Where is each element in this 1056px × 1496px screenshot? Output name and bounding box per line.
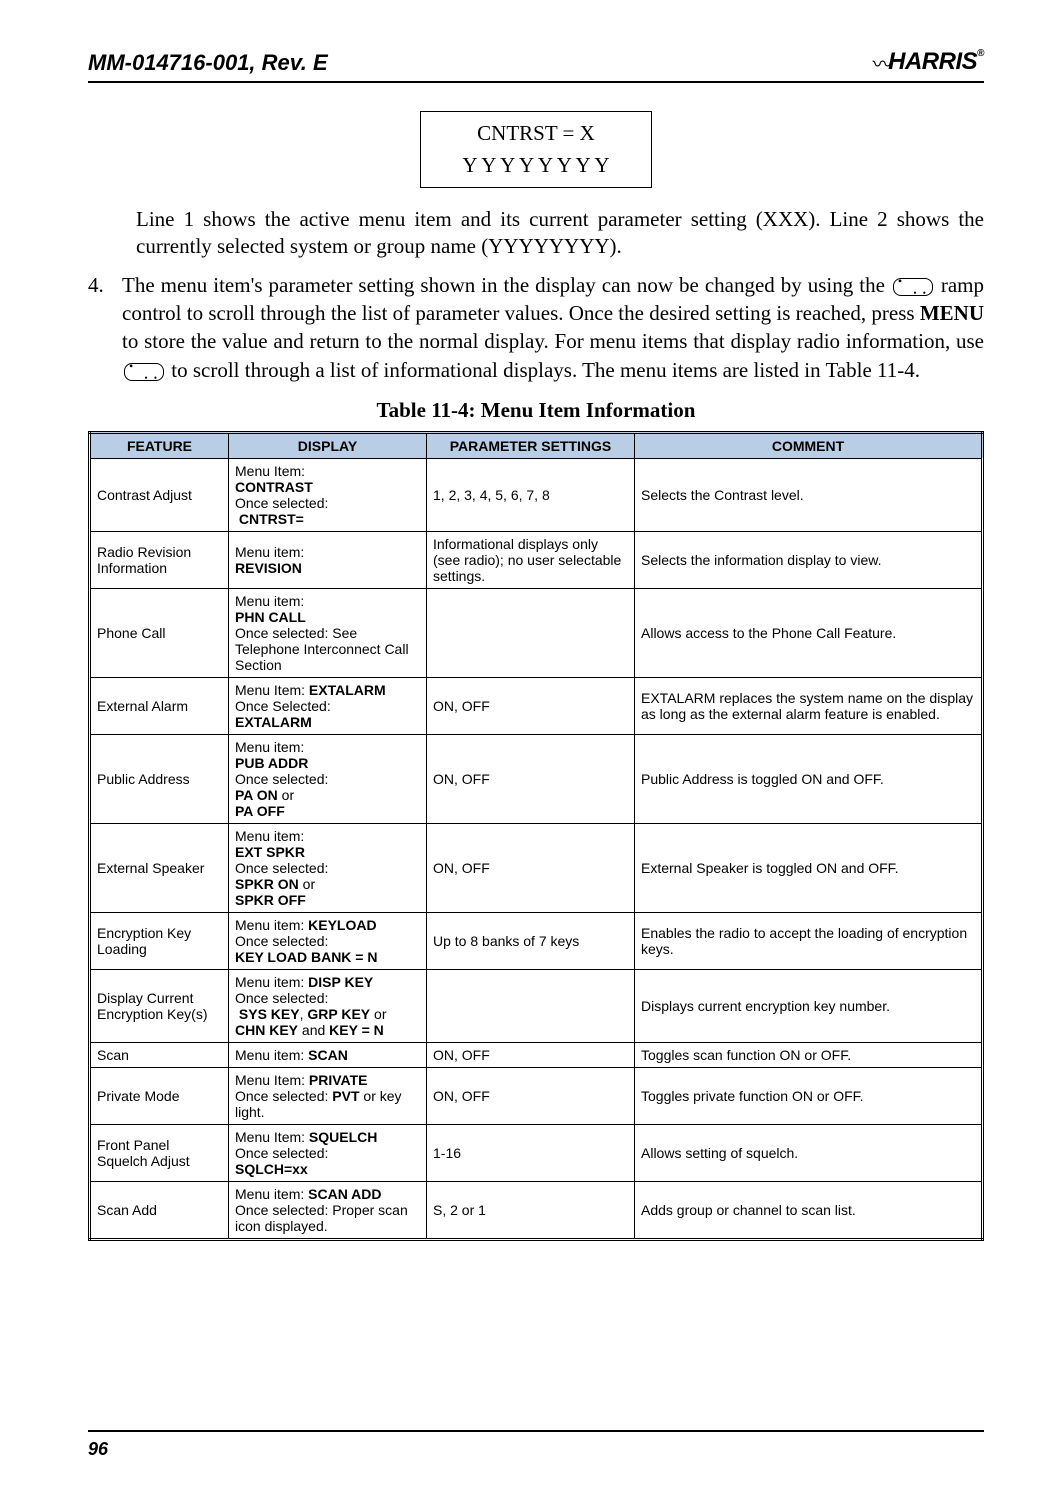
page-number: 96: [88, 1439, 108, 1460]
cell-display: Menu Item: SQUELCHOnce selected:SQLCH=xx: [229, 1124, 427, 1181]
step-4-body: The menu item's parameter setting shown …: [122, 271, 984, 384]
col-header-feature: FEATURE: [90, 432, 229, 458]
cell-param: ON, OFF: [427, 734, 635, 823]
cell-param: ON, OFF: [427, 677, 635, 734]
step4-text-d: to scroll through a list of informationa…: [171, 358, 920, 382]
table-row: Contrast AdjustMenu Item:CONTRASTOnce se…: [90, 458, 983, 531]
page-header: MM-014716-001, Rev. E 〰 HARRIS®: [88, 48, 984, 83]
table-row: Phone CallMenu item:PHN CALLOnce selecte…: [90, 588, 983, 677]
cell-param: ON, OFF: [427, 1067, 635, 1124]
cell-feature: Display Current Encryption Key(s): [90, 969, 229, 1042]
logo-text: HARRIS: [888, 48, 977, 76]
ramp-control-icon: [893, 278, 933, 296]
cell-comment: EXTALARM replaces the system name on the…: [635, 677, 983, 734]
cell-display: Menu item: SCAN ADDOnce selected: Proper…: [229, 1181, 427, 1239]
ramp-control-icon: [124, 363, 164, 381]
cell-display: Menu Item: PRIVATEOnce selected: PVT or …: [229, 1067, 427, 1124]
cell-param: ON, OFF: [427, 1042, 635, 1067]
cell-feature: Private Mode: [90, 1067, 229, 1124]
col-header-comment: COMMENT: [635, 432, 983, 458]
cell-display: Menu item: DISP KEYOnce selected: SYS KE…: [229, 969, 427, 1042]
cell-comment: Allows access to the Phone Call Feature.: [635, 588, 983, 677]
table-title: Table 11-4: Menu Item Information: [88, 398, 984, 423]
cell-feature: Contrast Adjust: [90, 458, 229, 531]
cell-display: Menu item:PUB ADDROnce selected:PA ON or…: [229, 734, 427, 823]
cell-comment: Toggles private function ON or OFF.: [635, 1067, 983, 1124]
cell-display: Menu item: SCAN: [229, 1042, 427, 1067]
table-row: External AlarmMenu Item: EXTALARMOnce Se…: [90, 677, 983, 734]
cell-display: Menu item:REVISION: [229, 531, 427, 588]
cell-param: 1, 2, 3, 4, 5, 6, 7, 8: [427, 458, 635, 531]
table-header-row: FEATURE DISPLAY PARAMETER SETTINGS COMME…: [90, 432, 983, 458]
cell-comment: Toggles scan function ON or OFF.: [635, 1042, 983, 1067]
document-id: MM-014716-001, Rev. E: [88, 50, 328, 76]
table-row: Encryption Key LoadingMenu item: KEYLOAD…: [90, 912, 983, 969]
step-4: 4. The menu item's parameter setting sho…: [88, 271, 984, 384]
cell-feature: Phone Call: [90, 588, 229, 677]
table-row: External SpeakerMenu item:EXT SPKROnce s…: [90, 823, 983, 912]
cell-comment: Public Address is toggled ON and OFF.: [635, 734, 983, 823]
lcd-line-2: Y Y Y Y Y Y Y Y: [421, 150, 651, 182]
footer-rule: [88, 1430, 984, 1432]
cell-feature: Scan: [90, 1042, 229, 1067]
step-4-number: 4.: [88, 271, 122, 384]
col-header-param: PARAMETER SETTINGS: [427, 432, 635, 458]
table-row: Front Panel Squelch AdjustMenu Item: SQU…: [90, 1124, 983, 1181]
cell-feature: External Alarm: [90, 677, 229, 734]
cell-comment: Adds group or channel to scan list.: [635, 1181, 983, 1239]
cell-param: ON, OFF: [427, 823, 635, 912]
cell-comment: External Speaker is toggled ON and OFF.: [635, 823, 983, 912]
menu-key-label: MENU: [920, 301, 984, 325]
table-row: Scan AddMenu item: SCAN ADDOnce selected…: [90, 1181, 983, 1239]
lcd-line-1: CNTRST = X: [421, 118, 651, 150]
cell-feature: Public Address: [90, 734, 229, 823]
step4-text-c: to store the value and return to the nor…: [122, 329, 984, 353]
cell-feature: External Speaker: [90, 823, 229, 912]
cell-comment: Enables the radio to accept the loading …: [635, 912, 983, 969]
cell-param: Informational displays only (see radio);…: [427, 531, 635, 588]
cell-param: Up to 8 banks of 7 keys: [427, 912, 635, 969]
menu-item-table: FEATURE DISPLAY PARAMETER SETTINGS COMME…: [88, 431, 984, 1241]
cell-param: 1-16: [427, 1124, 635, 1181]
cell-comment: Selects the Contrast level.: [635, 458, 983, 531]
cell-feature: Front Panel Squelch Adjust: [90, 1124, 229, 1181]
col-header-display: DISPLAY: [229, 432, 427, 458]
cell-feature: Radio Revision Information: [90, 531, 229, 588]
harris-logo: 〰 HARRIS®: [873, 48, 984, 77]
lcd-display-box: CNTRST = X Y Y Y Y Y Y Y Y: [420, 111, 652, 188]
table-row: Display Current Encryption Key(s)Menu it…: [90, 969, 983, 1042]
paragraph-line-explanation: Line 1 shows the active menu item and it…: [136, 206, 984, 261]
cell-feature: Scan Add: [90, 1181, 229, 1239]
cell-display: Menu item:PHN CALLOnce selected: See Tel…: [229, 588, 427, 677]
table-row: ScanMenu item: SCANON, OFFToggles scan f…: [90, 1042, 983, 1067]
cell-comment: Allows setting of squelch.: [635, 1124, 983, 1181]
cell-comment: Selects the information display to view.: [635, 531, 983, 588]
cell-display: Menu Item: EXTALARMOnce Selected:EXTALAR…: [229, 677, 427, 734]
cell-param: [427, 969, 635, 1042]
cell-param: [427, 588, 635, 677]
cell-comment: Displays current encryption key number.: [635, 969, 983, 1042]
cell-display: Menu Item:CONTRASTOnce selected: CNTRST=: [229, 458, 427, 531]
table-row: Public AddressMenu item:PUB ADDROnce sel…: [90, 734, 983, 823]
cell-display: Menu item:EXT SPKROnce selected:SPKR ON …: [229, 823, 427, 912]
table-row: Private ModeMenu Item: PRIVATEOnce selec…: [90, 1067, 983, 1124]
table-row: Radio Revision InformationMenu item:REVI…: [90, 531, 983, 588]
cell-display: Menu item: KEYLOADOnce selected:KEY LOAD…: [229, 912, 427, 969]
step4-text-a: The menu item's parameter setting shown …: [122, 273, 891, 297]
cell-feature: Encryption Key Loading: [90, 912, 229, 969]
cell-param: S, 2 or 1: [427, 1181, 635, 1239]
